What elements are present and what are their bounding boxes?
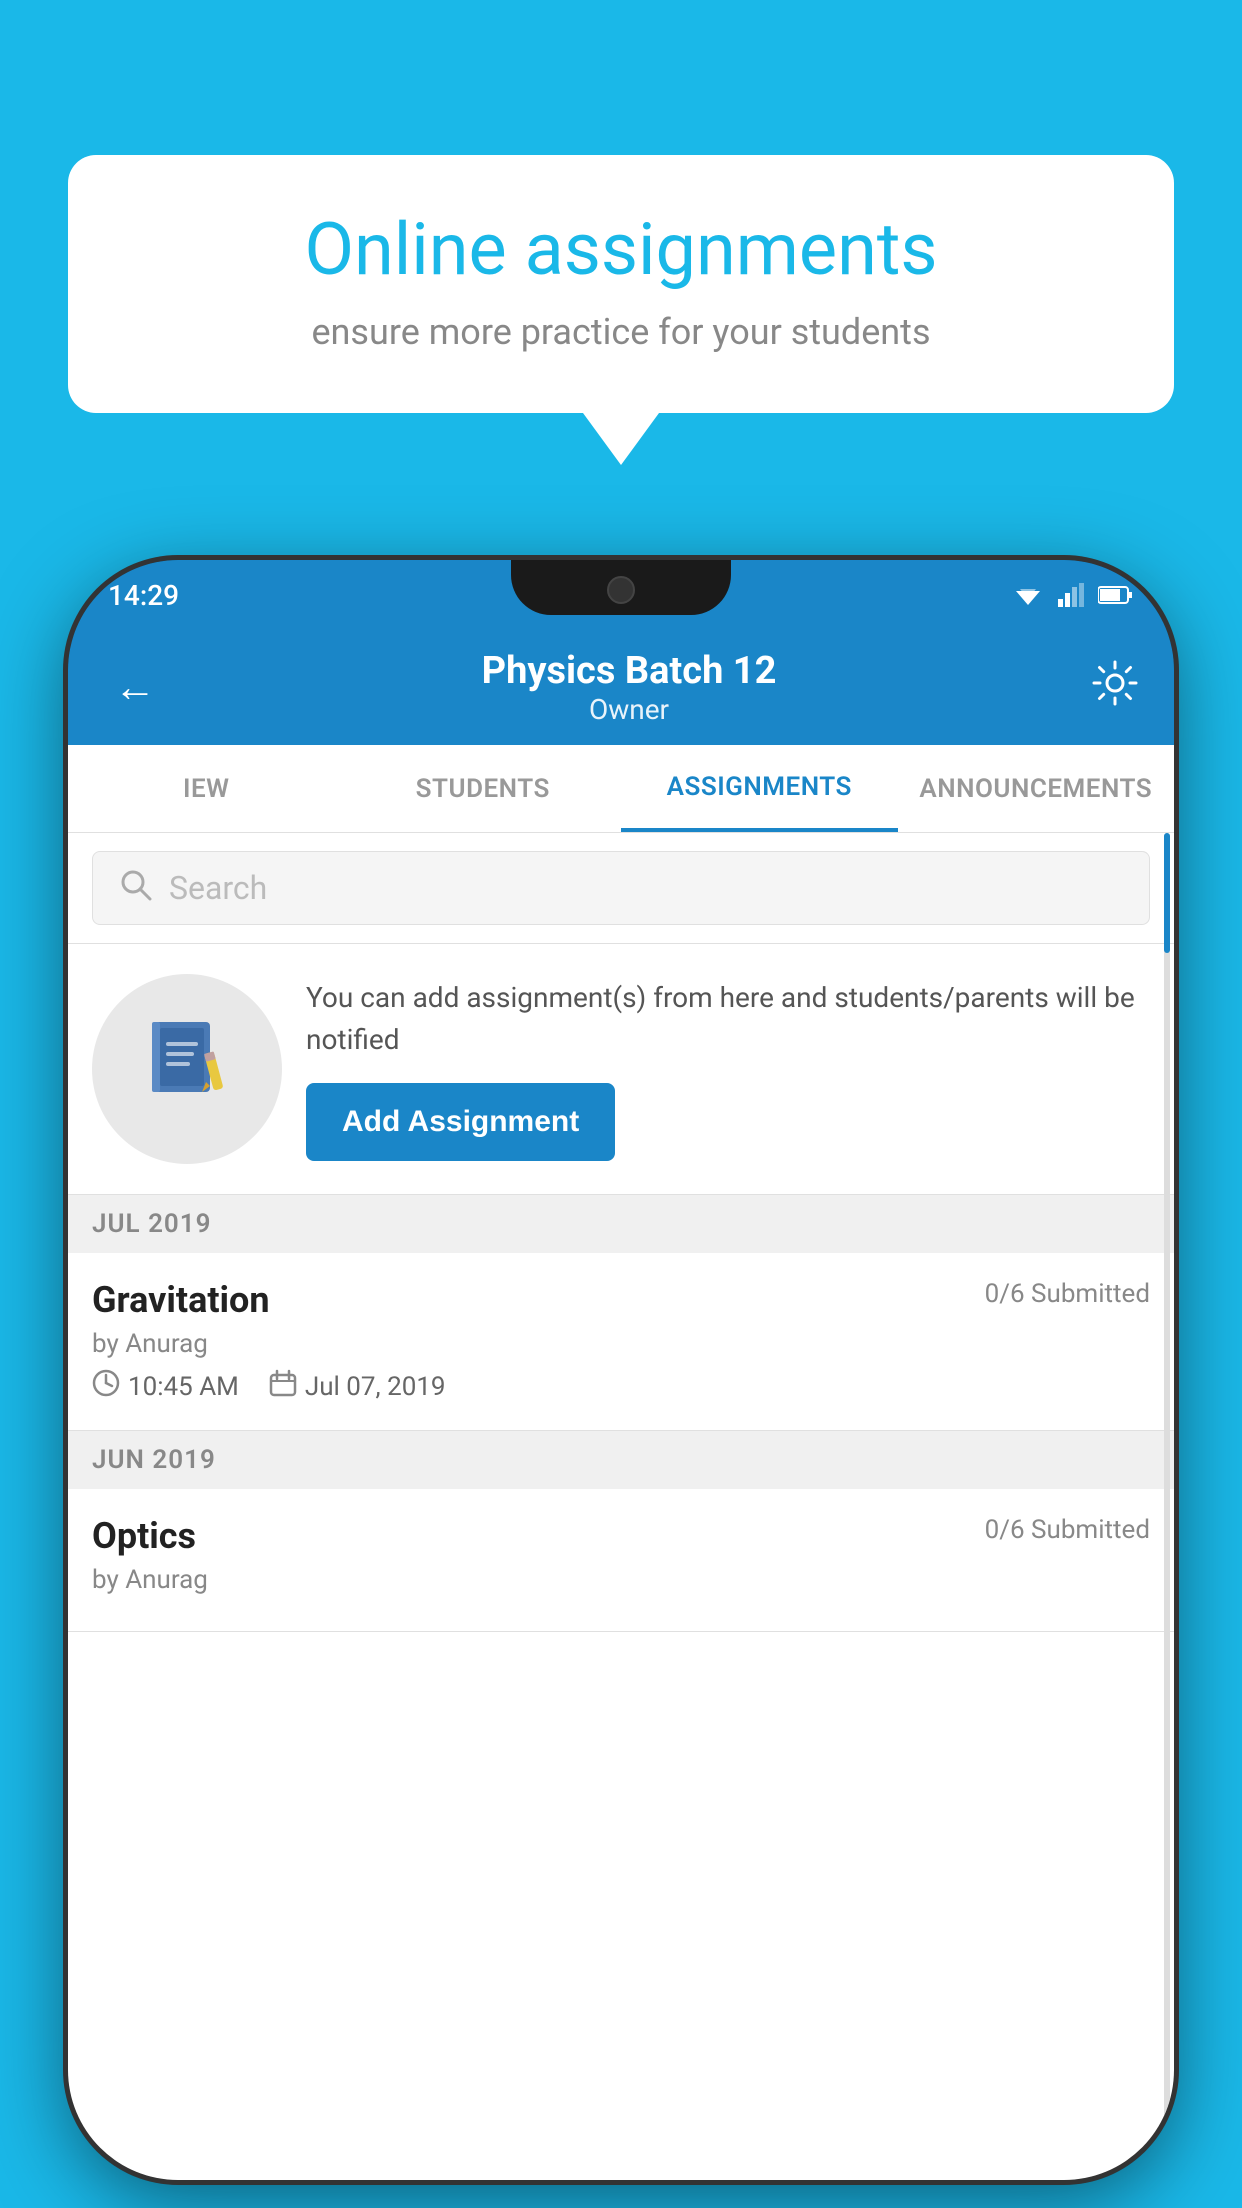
settings-icon[interactable] — [1092, 660, 1138, 716]
assignment-name-optics: Optics — [92, 1515, 196, 1557]
assignment-date: Jul 07, 2019 — [269, 1369, 446, 1404]
section-header-jul: JUL 2019 — [68, 1195, 1174, 1253]
assignment-item-gravitation[interactable]: Gravitation 0/6 Submitted by Anurag 10:4… — [68, 1253, 1174, 1431]
search-placeholder: Search — [169, 869, 267, 907]
tab-students[interactable]: STUDENTS — [345, 745, 622, 832]
speech-bubble: Online assignments ensure more practice … — [68, 155, 1174, 413]
app-bar-subtitle: Owner — [166, 693, 1092, 726]
status-time: 14:29 — [108, 579, 179, 612]
phone-notch — [511, 560, 731, 615]
speech-bubble-tail — [583, 413, 659, 465]
promo-icon-circle — [92, 974, 282, 1164]
phone-frame: 14:29 ← Physics Batch — [68, 560, 1174, 2180]
assignment-promo: You can add assignment(s) from here and … — [68, 944, 1174, 1195]
status-icons — [1012, 583, 1134, 607]
calendar-icon — [269, 1369, 297, 1404]
assignment-item-optics-header: Optics 0/6 Submitted — [92, 1515, 1150, 1557]
app-bar-title-area: Physics Batch 12 Owner — [166, 649, 1092, 726]
search-icon — [117, 866, 153, 911]
assignment-icon — [142, 1014, 232, 1124]
assignment-name: Gravitation — [92, 1279, 270, 1321]
speech-bubble-title: Online assignments — [138, 210, 1104, 289]
speech-bubble-container: Online assignments ensure more practice … — [68, 155, 1174, 465]
scroll-indicator — [1164, 833, 1170, 2180]
assignment-meta: 10:45 AM Jul 07, 2019 — [92, 1369, 1150, 1404]
signal-icon — [1058, 583, 1084, 607]
phone-camera — [607, 576, 635, 604]
scroll-thumb — [1164, 833, 1170, 953]
tab-announcements[interactable]: ANNOUNCEMENTS — [898, 745, 1175, 832]
battery-icon — [1098, 585, 1134, 605]
section-header-jun: JUN 2019 — [68, 1431, 1174, 1489]
assignment-item-optics[interactable]: Optics 0/6 Submitted by Anurag — [68, 1489, 1174, 1632]
back-button[interactable]: ← — [104, 653, 166, 722]
clock-icon — [92, 1369, 120, 1404]
app-bar: ← Physics Batch 12 Owner — [68, 630, 1174, 745]
main-content: Search — [68, 833, 1174, 2180]
assignment-time: 10:45 AM — [92, 1369, 239, 1404]
assignment-submitted: 0/6 Submitted — [985, 1279, 1150, 1309]
search-box[interactable]: Search — [92, 851, 1150, 925]
promo-text-area: You can add assignment(s) from here and … — [306, 977, 1150, 1161]
tab-assignments[interactable]: ASSIGNMENTS — [621, 745, 898, 832]
app-bar-title: Physics Batch 12 — [166, 649, 1092, 693]
assignment-item-header: Gravitation 0/6 Submitted — [92, 1279, 1150, 1321]
search-container: Search — [68, 833, 1174, 944]
assignment-by-optics: by Anurag — [92, 1565, 1150, 1595]
assignment-submitted-optics: 0/6 Submitted — [985, 1515, 1150, 1545]
tab-iew[interactable]: IEW — [68, 745, 345, 832]
speech-bubble-subtitle: ensure more practice for your students — [138, 311, 1104, 353]
assignment-by: by Anurag — [92, 1329, 1150, 1359]
promo-description: You can add assignment(s) from here and … — [306, 977, 1150, 1061]
tabs-bar: IEW STUDENTS ASSIGNMENTS ANNOUNCEMENTS — [68, 745, 1174, 833]
wifi-icon — [1012, 583, 1044, 607]
add-assignment-button[interactable]: Add Assignment — [306, 1083, 615, 1161]
